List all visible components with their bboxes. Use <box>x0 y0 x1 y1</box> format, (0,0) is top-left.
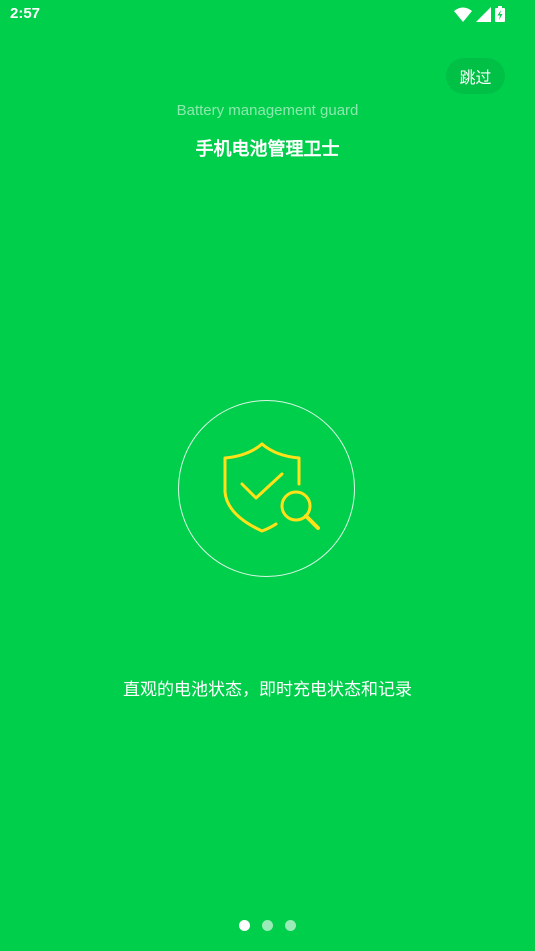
page-title: 手机电池管理卫士 <box>195 139 340 160</box>
feature-description: 直观的电池状态，即时充电状态和记录 <box>123 680 412 700</box>
shield-check-search-icon <box>223 442 320 533</box>
status-time: 2:57 <box>10 5 41 22</box>
skip-button[interactable]: 跳过 <box>446 58 505 94</box>
page-dot-1[interactable] <box>239 920 250 931</box>
page-dot-2[interactable] <box>262 920 273 931</box>
status-bar: 2:57 <box>0 0 535 30</box>
status-icons <box>454 6 505 22</box>
page-indicator <box>0 920 535 931</box>
page-dot-3[interactable] <box>285 920 296 931</box>
cellular-signal-icon <box>476 6 491 22</box>
wifi-icon <box>454 7 472 22</box>
page-subtitle: Battery management guard <box>176 102 359 119</box>
battery-charging-icon <box>495 6 505 22</box>
